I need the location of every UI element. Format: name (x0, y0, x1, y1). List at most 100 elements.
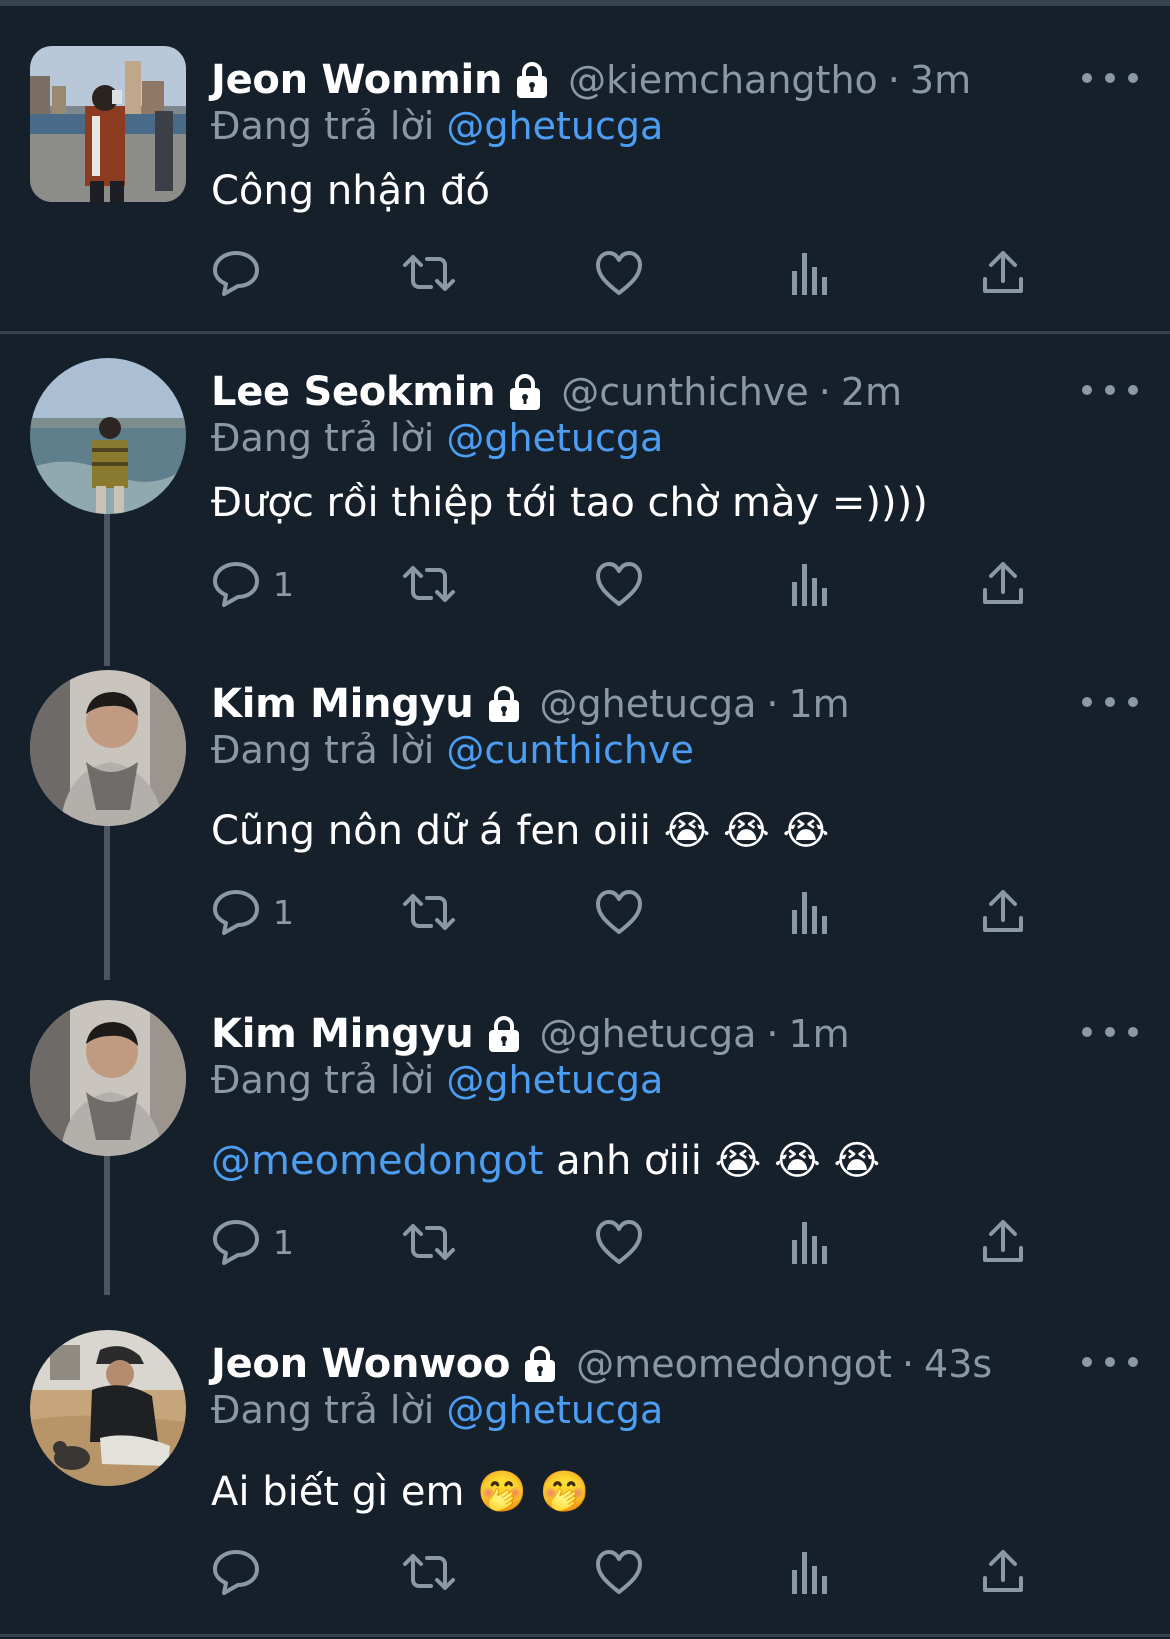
tweet-header: Jeon Wonmin @kiemchangtho · 3m (211, 54, 971, 106)
separator: · (766, 682, 779, 726)
avatar[interactable] (30, 1330, 186, 1486)
timestamp[interactable]: 43s (924, 1342, 992, 1386)
timestamp[interactable]: 1m (788, 1012, 849, 1056)
retweet-icon (403, 255, 455, 291)
timestamp[interactable]: 1m (788, 682, 849, 726)
handle[interactable]: @ghetucga (540, 682, 757, 726)
more-icon[interactable] (1082, 1018, 1138, 1046)
timestamp[interactable]: 2m (841, 370, 902, 414)
share-button[interactable] (981, 884, 1025, 940)
more-icon[interactable] (1082, 688, 1138, 716)
display-name[interactable]: Kim Mingyu (211, 681, 474, 727)
reply-button[interactable]: 1 (211, 1214, 294, 1270)
share-icon (983, 1550, 1023, 1592)
retweet-button[interactable] (401, 1544, 457, 1600)
more-icon[interactable] (1082, 64, 1138, 92)
reply-to-mention[interactable]: @ghetucga (446, 416, 663, 460)
more-icon[interactable] (1082, 376, 1138, 404)
action-bar: 1 (211, 1214, 1031, 1270)
like-icon (596, 1550, 642, 1594)
like-button[interactable] (594, 884, 644, 940)
reply-context: Đang trả lời @ghetucga (211, 416, 663, 460)
analytics-button[interactable] (789, 1544, 831, 1600)
analytics-icon (792, 1222, 827, 1264)
like-icon (596, 890, 642, 934)
retweet-button[interactable] (401, 1214, 457, 1270)
reply-context: Đang trả lời @cunthichve (211, 728, 694, 772)
like-button[interactable] (594, 245, 644, 301)
avatar[interactable] (30, 1000, 186, 1156)
tweet-header: Jeon Wonwoo @meomedongot · 43s (211, 1338, 992, 1390)
retweet-icon (403, 566, 455, 602)
reply-to-mention[interactable]: @cunthichve (446, 728, 693, 772)
avatar[interactable] (30, 358, 186, 514)
tweet[interactable]: Kim Mingyu @ghetucga · 1m Đang trả lời @… (0, 670, 1170, 970)
reply-button[interactable]: 1 (211, 884, 294, 940)
lock-icon (520, 1344, 560, 1384)
separator: · (766, 1012, 779, 1056)
retweet-button[interactable] (401, 556, 457, 612)
reply-to-mention[interactable]: @ghetucga (446, 1058, 663, 1102)
display-name[interactable]: Jeon Wonwoo (211, 1341, 510, 1387)
retweet-icon (403, 1224, 455, 1260)
timestamp[interactable]: 3m (910, 58, 971, 102)
separator: · (887, 58, 900, 102)
reply-count: 1 (273, 892, 294, 932)
lock-icon (484, 1014, 524, 1054)
avatar[interactable] (30, 46, 186, 202)
share-button[interactable] (981, 556, 1025, 612)
tweet-header: Kim Mingyu @ghetucga · 1m (211, 678, 850, 730)
like-icon (596, 562, 642, 606)
avatar-photo (30, 1000, 186, 1156)
share-icon (983, 1220, 1023, 1262)
analytics-icon (792, 564, 827, 606)
reply-button[interactable]: 1 (211, 556, 294, 612)
analytics-button[interactable] (789, 245, 831, 301)
retweet-button[interactable] (401, 245, 457, 301)
handle[interactable]: @cunthichve (561, 370, 808, 414)
text-mention[interactable]: @meomedongot (211, 1138, 543, 1184)
like-button[interactable] (594, 1544, 644, 1600)
tweet-divider (0, 1634, 1170, 1637)
tweet-text: Cũng nôn dữ á fen oiii 😭 😭 😭 (211, 808, 830, 854)
analytics-button[interactable] (789, 884, 831, 940)
reply-icon (213, 562, 259, 607)
analytics-button[interactable] (789, 556, 831, 612)
tweet-header: Kim Mingyu @ghetucga · 1m (211, 1008, 850, 1060)
share-button[interactable] (981, 1214, 1025, 1270)
share-button[interactable] (981, 245, 1025, 301)
retweet-button[interactable] (401, 884, 457, 940)
reply-context: Đang trả lời @ghetucga (211, 1058, 663, 1102)
tweet[interactable]: Kim Mingyu @ghetucga · 1m Đang trả lời @… (0, 1000, 1170, 1300)
reply-icon (213, 890, 259, 935)
display-name[interactable]: Kim Mingyu (211, 1011, 474, 1057)
reply-icon (213, 1220, 259, 1265)
replying-to-label: Đang trả lời (211, 104, 435, 148)
handle[interactable]: @kiemchangtho (568, 58, 878, 102)
more-icon[interactable] (1082, 1348, 1138, 1376)
tweet[interactable]: Jeon Wonmin @kiemchangtho · 3m Đang trả … (0, 46, 1170, 326)
handle[interactable]: @meomedongot (576, 1342, 892, 1386)
share-button[interactable] (981, 1544, 1025, 1600)
tweet-divider (0, 331, 1170, 334)
analytics-button[interactable] (789, 1214, 831, 1270)
share-icon (983, 890, 1023, 932)
tweet-text: Công nhận đó (211, 168, 491, 214)
handle[interactable]: @ghetucga (540, 1012, 757, 1056)
top-divider (0, 0, 1170, 6)
tweet[interactable]: Lee Seokmin @cunthichve · 2m Đang trả lờ… (0, 358, 1170, 648)
like-button[interactable] (594, 556, 644, 612)
reply-button[interactable] (211, 245, 273, 301)
share-icon (983, 251, 1023, 293)
replying-to-label: Đang trả lời (211, 728, 435, 772)
reply-to-mention[interactable]: @ghetucga (446, 1388, 663, 1432)
like-button[interactable] (594, 1214, 644, 1270)
reply-to-mention[interactable]: @ghetucga (446, 104, 663, 148)
action-bar: 1 (211, 556, 1031, 612)
avatar[interactable] (30, 670, 186, 826)
reply-count: 1 (273, 1222, 294, 1262)
tweet[interactable]: Jeon Wonwoo @meomedongot · 43s Đang trả … (0, 1330, 1170, 1630)
display-name[interactable]: Lee Seokmin (211, 369, 496, 415)
display-name[interactable]: Jeon Wonmin (211, 57, 502, 103)
reply-button[interactable] (211, 1544, 273, 1600)
